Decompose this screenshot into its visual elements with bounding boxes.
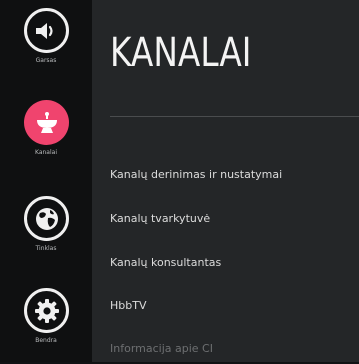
menu-item-channel-advisor[interactable]: Kanalų konsultantas xyxy=(110,256,221,269)
sidebar-item-general[interactable]: Bendra xyxy=(0,280,92,364)
speaker-icon xyxy=(35,22,53,39)
sidebar-item-label: Tinklas xyxy=(35,245,57,252)
sidebar-item-sound[interactable]: Garsas xyxy=(0,0,92,84)
menu-item-channel-tuning[interactable]: Kanalų derinimas ir nustatymai xyxy=(110,168,282,181)
sidebar-item-channels[interactable]: Kanalai xyxy=(0,92,92,176)
sidebar-item-label: Bendra xyxy=(35,337,57,344)
sidebar-item-sound-circle xyxy=(24,8,69,53)
title-divider xyxy=(110,116,359,117)
main-panel: KANALAI Kanalų derinimas ir nustatymai K… xyxy=(92,0,359,362)
page-title: KANALAI xyxy=(110,30,252,76)
menu-item-channel-manager[interactable]: Kanalų tvarkytuvė xyxy=(110,212,210,225)
menu-item-ci-info: Informacija apie CI xyxy=(110,342,213,355)
settings-sidebar: Garsas Kanalai Tinklas Bendra xyxy=(0,0,92,362)
sidebar-item-label: Kanalai xyxy=(35,149,57,156)
settings-screen: Garsas Kanalai Tinklas Bendra KANALAI Ka… xyxy=(0,0,359,362)
menu-item-hbbtv[interactable]: HbbTV xyxy=(110,299,146,312)
sidebar-item-label: Garsas xyxy=(35,57,57,64)
sidebar-item-channels-circle xyxy=(24,100,69,145)
sidebar-item-general-circle xyxy=(24,288,69,333)
gear-icon xyxy=(34,298,59,323)
satellite-dish-icon xyxy=(36,111,57,133)
sidebar-item-network[interactable]: Tinklas xyxy=(0,188,92,272)
globe-icon xyxy=(35,207,58,230)
sidebar-item-network-circle xyxy=(24,196,69,241)
